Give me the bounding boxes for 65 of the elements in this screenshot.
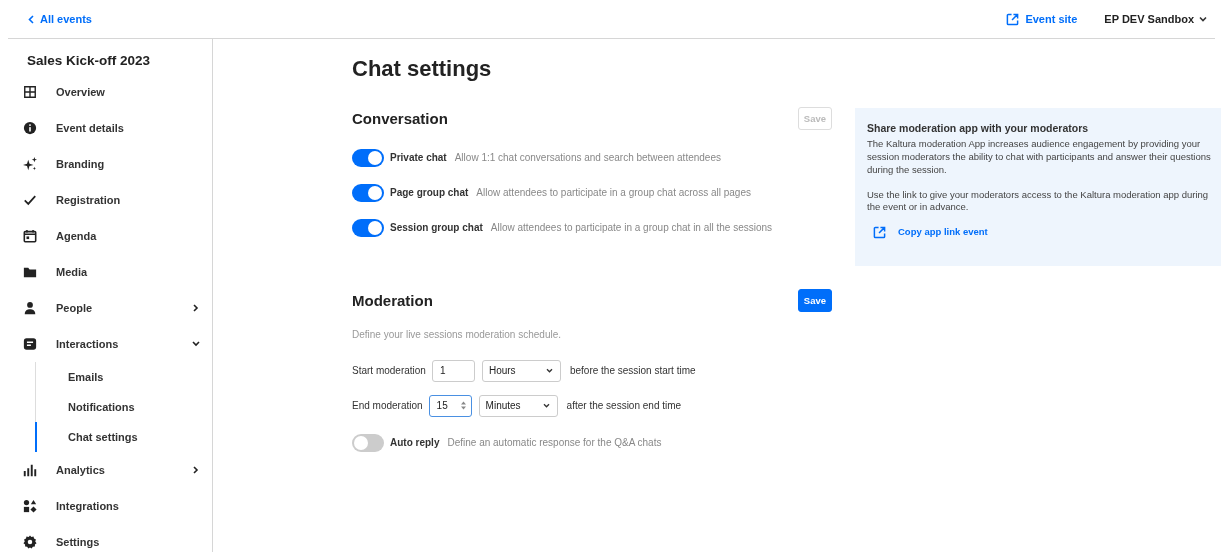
sidebar-item[interactable]: Event details <box>8 110 212 146</box>
chevron-down-icon <box>542 403 550 408</box>
gear-icon <box>23 535 37 549</box>
sidebar-subitem[interactable]: Emails <box>35 362 212 392</box>
sidebar-subitem[interactable]: Chat settings <box>35 422 212 452</box>
grid-icon <box>23 85 37 99</box>
sidebar-item[interactable]: Settings <box>8 524 212 552</box>
copy-link[interactable]: Copy app link event <box>873 226 988 240</box>
spinner-arrows-icon <box>460 401 466 410</box>
field-label: End moderation <box>352 400 423 411</box>
number-field[interactable]: 15 <box>428 394 472 417</box>
panel-paragraph: Use the link to give your moderators access to the Kaltura moderation app during the event or in advance. <box>867 188 1210 215</box>
toggle-switch[interactable] <box>352 218 384 237</box>
calendar-icon <box>23 229 37 243</box>
toggle-label: Private chat <box>390 152 447 163</box>
sidebar-item[interactable]: Integrations <box>8 488 212 524</box>
event-title: Sales Kick-off 2023 <box>26 52 152 70</box>
chevron-down-icon <box>545 368 553 373</box>
event-site-link[interactable]: Event site <box>1006 12 1078 26</box>
unit-select[interactable]: Minutes <box>478 394 558 417</box>
sidebar-item[interactable]: Agenda <box>8 218 212 254</box>
person-icon <box>23 301 37 315</box>
field-suffix: after the session end time <box>566 400 682 411</box>
toggle-label: Session group chat <box>390 222 483 233</box>
chevron-down-icon <box>1199 16 1207 22</box>
sidebar-subitem[interactable]: Notifications <box>35 392 212 422</box>
sidebar-item[interactable]: Branding <box>8 146 212 182</box>
sidebar-item[interactable]: Interactions <box>8 326 212 362</box>
toggle-description: Define an automatic response for the Q&A chats <box>447 437 662 448</box>
external-link-icon <box>873 226 886 240</box>
folder-icon <box>23 265 37 279</box>
section-title: Moderation <box>352 291 433 309</box>
toggle-label: Page group chat <box>390 187 469 198</box>
chat-icon <box>23 337 37 351</box>
external-link-icon <box>1006 12 1020 26</box>
toggle-label: Auto reply <box>390 437 440 448</box>
section-title: Conversation <box>352 109 448 127</box>
shapes-icon <box>23 499 37 513</box>
page-title: Chat settings <box>352 56 493 83</box>
info-icon <box>23 121 37 135</box>
number-field[interactable]: 1 <box>431 359 475 382</box>
toggle-switch[interactable] <box>352 183 384 202</box>
panel-title: Share moderation app with your moderators <box>867 121 1090 136</box>
sparkle-icon <box>23 157 37 171</box>
sidebar-item[interactable]: Overview <box>8 74 212 110</box>
panel-paragraph: The Kaltura moderation App increases audience engagement by providing your session moderators the ability to chat with participants and answer their questions during the session. <box>867 138 1211 177</box>
back-link[interactable]: All events <box>28 13 92 25</box>
checkmark-icon <box>23 193 37 207</box>
sidebar-item[interactable]: People <box>8 290 212 326</box>
sidebar-item[interactable]: Registration <box>8 182 212 218</box>
save-button[interactable]: Save <box>797 288 832 312</box>
bar-chart-icon <box>23 463 37 477</box>
section-description: Define your live sessions moderation schedule. <box>352 329 562 340</box>
toggle-description: Allow attendees to participate in a group chat in all the sessions <box>490 222 773 233</box>
sidebar-item[interactable]: Media <box>8 254 212 290</box>
field-label: Start moderation <box>352 365 426 376</box>
toggle-description: Allow 1:1 chat conversations and search between attendees <box>454 152 721 163</box>
account-menu[interactable]: EP DEV Sandbox <box>1104 13 1207 25</box>
unit-select[interactable]: Hours <box>481 359 561 382</box>
toggle-switch[interactable] <box>352 148 384 167</box>
toggle-description: Allow attendees to participate in a group chat across all pages <box>476 187 751 198</box>
toggle-switch[interactable] <box>352 433 384 452</box>
chevron-left-icon <box>28 14 34 24</box>
field-suffix: before the session start time <box>569 365 696 376</box>
sidebar-item[interactable]: Analytics <box>8 452 212 488</box>
